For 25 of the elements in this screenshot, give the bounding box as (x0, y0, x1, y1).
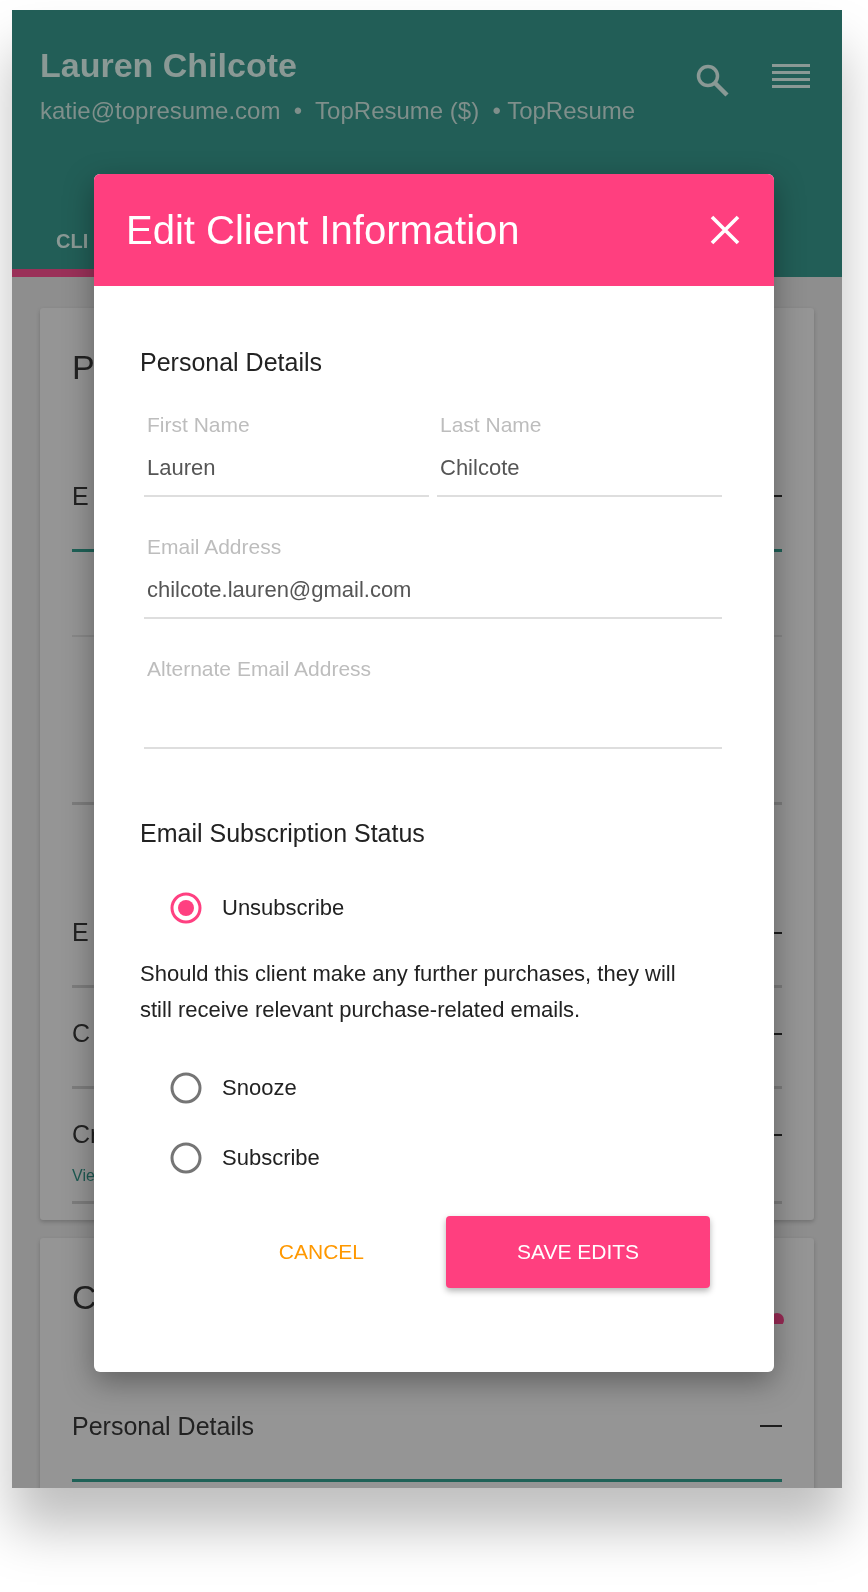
section-title[interactable]: E (72, 482, 89, 511)
subscription-note: Should this client make any further purchases, they will still receive relevant purchase-related emails. (140, 960, 677, 1024)
client-subtitle: katie@topresume.com • TopResume ($) • TopResume (40, 97, 637, 125)
section-title[interactable]: C (72, 1019, 91, 1048)
radio-label[interactable]: Unsubscribe (222, 895, 345, 921)
input-field[interactable]: First Name Lauren (144, 401, 429, 497)
section-heading: Email Subscription Status (140, 819, 426, 848)
minus-icon[interactable] (760, 1425, 782, 1428)
radio-button[interactable] (170, 1072, 202, 1104)
input-field[interactable]: Email Address chilcote.lauren@gmail.com (144, 523, 722, 619)
input-field[interactable]: Last Name Chilcote (437, 401, 722, 497)
section-title[interactable]: E (72, 918, 89, 947)
close-icon[interactable] (710, 215, 740, 245)
section-title[interactable]: Personal Details (72, 1412, 255, 1441)
search-icon[interactable] (694, 62, 730, 98)
section-heading: Personal Details (140, 348, 324, 377)
radio-label[interactable]: Snooze (222, 1075, 297, 1101)
radio-button[interactable] (170, 892, 202, 924)
client-name: Lauren Chilcote (40, 46, 298, 85)
card-title: P (72, 348, 95, 387)
card-title: C (72, 1278, 97, 1317)
radio-label[interactable]: Subscribe (222, 1145, 320, 1171)
save-button[interactable]: SAVE EDITS (446, 1216, 710, 1288)
radio-button[interactable] (170, 1142, 202, 1174)
dialog-title: Edit Client Information (126, 207, 520, 253)
